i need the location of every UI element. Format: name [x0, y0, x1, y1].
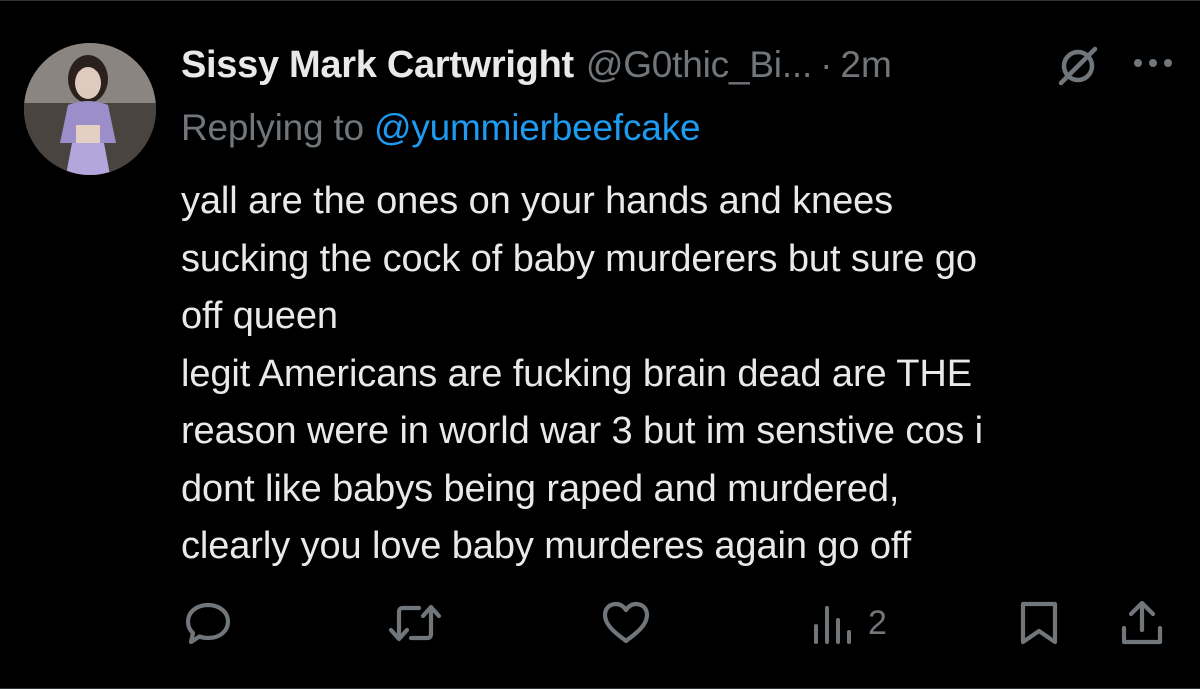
views-icon — [814, 606, 851, 644]
tweet-text-line: legit Americans are fucking brain dead a… — [181, 352, 973, 395]
reply-icon — [185, 602, 231, 645]
tweet-text-line: off queen — [181, 295, 338, 337]
like-icon — [602, 601, 650, 644]
bookmark-button[interactable] — [1017, 597, 1061, 649]
bookmark-icon — [1020, 601, 1058, 645]
more-icon[interactable] — [1132, 51, 1174, 75]
tweet-text-line: dont like babys being raped and murdered… — [181, 467, 900, 510]
tweet-text-line: sucking the cock of baby murderers but s… — [181, 237, 977, 280]
tweet[interactable]: Sissy Mark Cartwright @G0thic_Bi... · 2m… — [0, 0, 1200, 689]
replying-prefix: Replying to — [181, 107, 374, 148]
tweet-text-line: yall are the ones on your hands and knee… — [181, 180, 894, 222]
tweet-body: yall are the ones on your hands and knee… — [181, 173, 1171, 576]
retweet-icon — [388, 604, 442, 642]
like-button[interactable] — [600, 597, 652, 649]
display-name[interactable]: Sissy Mark Cartwright — [181, 44, 574, 87]
share-button[interactable] — [1118, 597, 1166, 649]
views-button[interactable]: 2 — [810, 597, 887, 649]
replying-to: Replying to @yummierbeefcake — [181, 107, 701, 149]
timestamp[interactable]: 2m — [840, 44, 891, 86]
tweet-text-line: clearly you love baby murderes again go … — [181, 525, 912, 567]
tweet-header: Sissy Mark Cartwright @G0thic_Bi... · 2m — [181, 37, 1170, 93]
views-count: 2 — [868, 603, 887, 642]
retweet-button[interactable] — [387, 597, 443, 649]
replying-to-mention[interactable]: @yummierbeefcake — [374, 107, 701, 148]
avatar[interactable] — [24, 43, 156, 175]
tweet-text-line: reason were in world war 3 but im sensti… — [181, 410, 983, 452]
separator-dot: · — [820, 44, 833, 85]
mute-icon[interactable] — [1053, 41, 1103, 91]
share-icon — [1121, 600, 1163, 645]
reply-button[interactable] — [183, 597, 233, 649]
user-handle[interactable]: @G0thic_Bi... — [586, 44, 812, 86]
